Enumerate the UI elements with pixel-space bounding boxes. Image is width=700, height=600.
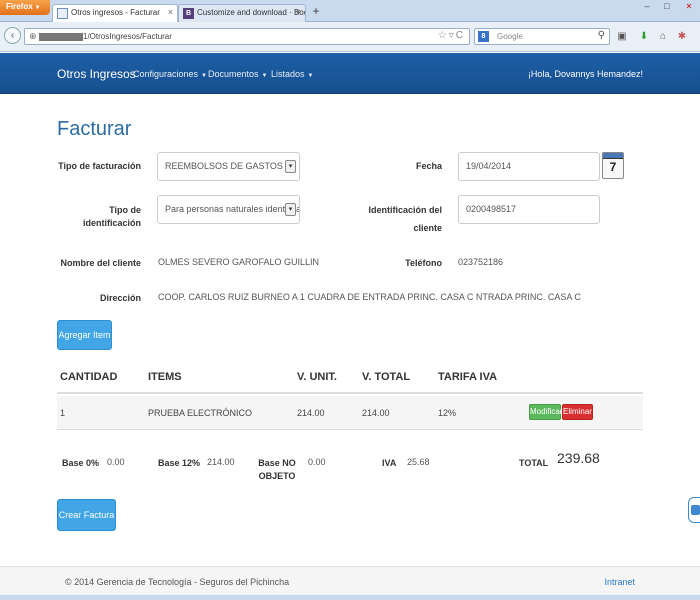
telefono-label: Teléfono: [405, 258, 442, 268]
url-bar[interactable]: ⊕ 1/OtrosIngresos/Facturar ☆▿C: [24, 28, 470, 45]
firefox-menu-button[interactable]: Firefox ▼: [0, 0, 50, 15]
close-window-icon[interactable]: ×: [682, 1, 696, 11]
iva-value: 25.68: [407, 457, 430, 467]
direccion-value: COOP. CARLOS RUIZ BURNEO A 1 CUADRA DE E…: [158, 292, 581, 302]
cell-v-total: 214.00: [362, 408, 390, 418]
crear-factura-button[interactable]: Crear Factura: [57, 499, 116, 531]
bookmark-star-icon[interactable]: ☆▿C: [438, 30, 465, 41]
page-title: Facturar: [57, 118, 132, 140]
column-header-tarifa-iva: TARIFA IVA: [438, 371, 498, 383]
tipo-identificacion-select[interactable]: Para personas naturales identificada ▾: [157, 195, 300, 224]
close-icon[interactable]: ×: [296, 7, 301, 17]
maximize-icon[interactable]: □: [660, 1, 674, 11]
table-header-divider: [57, 392, 643, 394]
search-bar[interactable]: 8 Google ⚲: [474, 28, 610, 45]
bootstrap-icon: B: [183, 8, 194, 19]
base-no-objeto-label: Base NO OBJETO: [258, 458, 296, 481]
cell-tarifa: 12%: [438, 408, 457, 418]
modificar-button[interactable]: Modificar: [529, 404, 562, 420]
back-icon[interactable]: ‹: [4, 27, 21, 44]
eliminar-button[interactable]: Eliminar: [562, 404, 593, 420]
telefono-value: 023752186: [458, 257, 504, 267]
search-input[interactable]: Google: [497, 32, 523, 41]
intranet-link[interactable]: Intranet: [604, 577, 635, 587]
base0-label: Base 0%: [62, 458, 100, 468]
cell-cantidad: 1: [60, 408, 66, 418]
page-icon: [57, 8, 68, 19]
download-icon[interactable]: ⬇: [638, 31, 650, 42]
new-tab-button[interactable]: +: [309, 5, 323, 19]
base12-value: 214.00: [207, 457, 235, 467]
calendar-icon[interactable]: 7: [602, 152, 624, 179]
total-label: TOTAL: [519, 458, 549, 468]
fecha-input[interactable]: 19/04/2014: [458, 152, 600, 181]
brand-link[interactable]: Otros Ingresos: [57, 67, 136, 81]
chat-widget-icon[interactable]: [688, 497, 700, 523]
nombre-cliente-label: Nombre del cliente: [60, 258, 141, 268]
chevron-down-icon: ▼: [34, 5, 41, 11]
close-icon[interactable]: ×: [168, 7, 173, 17]
direccion-label: Dirección: [99, 293, 141, 303]
calendar-day: 7: [609, 160, 617, 174]
tipo-identificacion-label: Tipo de identificación: [82, 205, 141, 228]
search-engine-icon[interactable]: 8: [478, 31, 489, 42]
footer-copyright: © 2014 Gerencia de Tecnología - Seguros …: [65, 577, 290, 587]
nombre-cliente-value: OLMES SEVERO GAROFALO GUILLIN: [158, 257, 320, 267]
column-header-items: ITEMS: [148, 371, 182, 383]
column-header-v-unit: V. UNIT.: [297, 371, 337, 383]
home-icon[interactable]: ⌂: [657, 31, 669, 42]
iva-label: IVA: [382, 458, 397, 468]
identificacion-input[interactable]: 0200498517: [458, 195, 600, 224]
browser-status-strip: [0, 595, 700, 600]
tab-otros-ingresos[interactable]: Otros ingresos - Facturar ×: [52, 4, 178, 22]
site-identity-icon[interactable]: ⊕: [29, 31, 37, 42]
menu-documentos[interactable]: Documentos ▼: [208, 69, 267, 79]
base0-value: 0.00: [107, 457, 125, 467]
bookmarks-icon[interactable]: ▣: [616, 31, 628, 42]
app-navbar: Otros Ingresos Configuraciones ▼ Document…: [0, 53, 700, 94]
tab-title: Customize and download · Bootstrap: [197, 8, 305, 17]
addon-icon[interactable]: ✱: [676, 31, 688, 42]
footer: © 2014 Gerencia de Tecnología - Seguros …: [0, 566, 700, 595]
base-no-objeto-value: 0.00: [308, 457, 326, 467]
tipo-facturacion-label: Tipo de facturación: [58, 161, 141, 171]
menu-listados[interactable]: Listados ▼: [271, 69, 313, 79]
url-text: 1/OtrosIngresos/Facturar: [83, 32, 172, 41]
total-value: 239.68: [557, 450, 600, 466]
fecha-label: Fecha: [415, 161, 442, 171]
select-arrow-icon: ▾: [285, 160, 296, 173]
tab-title: Otros ingresos - Facturar: [71, 8, 160, 17]
column-header-cantidad: CANTIDAD: [60, 371, 118, 383]
browser-tab-bar: Firefox ▼ Otros ingresos - Facturar × B C…: [0, 0, 700, 22]
base12-label: Base 12%: [158, 458, 201, 468]
search-icon[interactable]: ⚲: [598, 30, 605, 41]
agregar-item-button[interactable]: Agregar Item: [57, 320, 112, 350]
redacted-host: [39, 33, 83, 41]
caret-down-icon: ▼: [307, 73, 314, 79]
browser-navigation-bar: ‹ ⊕ 1/OtrosIngresos/Facturar ☆▿C 8 Googl…: [0, 22, 700, 52]
user-greeting[interactable]: ¡Hola, Dovannys Hemandez!: [528, 69, 643, 79]
cell-v-unit: 214.00: [297, 408, 325, 418]
identificacion-label: Identificación del cliente: [368, 205, 442, 233]
tab-bootstrap[interactable]: B Customize and download · Bootstrap ×: [178, 4, 306, 22]
select-arrow-icon: ▾: [285, 203, 296, 216]
minimize-icon[interactable]: –: [640, 1, 654, 11]
caret-down-icon: ▼: [201, 73, 207, 79]
menu-configuraciones[interactable]: Configuraciones ▼: [133, 69, 207, 79]
caret-down-icon: ▼: [261, 73, 268, 79]
cell-item: PRUEBA ELECTRÓNICO: [148, 408, 253, 418]
tipo-facturacion-select[interactable]: REEMBOLSOS DE GASTOS ▾: [157, 152, 300, 181]
column-header-v-total: V. TOTAL: [362, 371, 411, 383]
